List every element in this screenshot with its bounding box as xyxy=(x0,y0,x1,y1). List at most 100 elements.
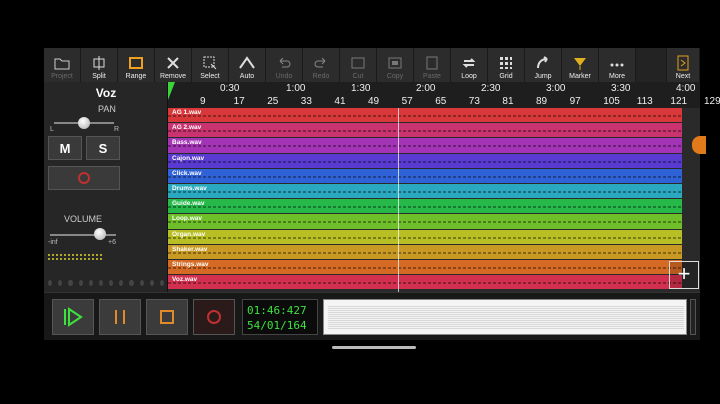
next-button[interactable]: Next xyxy=(666,48,700,82)
record-arm-button[interactable] xyxy=(48,166,120,190)
pan-label: PAN xyxy=(98,104,116,114)
loop-button[interactable]: Loop xyxy=(451,48,488,82)
toolbar-button-label: Cut xyxy=(352,73,364,80)
split-icon xyxy=(93,56,105,70)
track-lane[interactable]: AG 1.wav xyxy=(168,108,682,123)
solo-button[interactable]: S xyxy=(86,136,120,160)
waveform xyxy=(168,115,682,117)
volume-label: VOLUME xyxy=(64,214,103,224)
toolbar-button-label: Project xyxy=(51,73,73,80)
master-vu-meter xyxy=(690,299,696,335)
track-lanes[interactable]: AG 1.wav AG 2.wav Bass.wav Cajon.wav Click.w… xyxy=(168,108,682,292)
bar-beat-readout: 54/01/164 xyxy=(247,319,307,332)
ruler-bar-label: 17 xyxy=(233,96,245,107)
toolbar-button-label: More xyxy=(609,73,625,80)
toolbar-button-label: Undo xyxy=(275,73,293,80)
transport-bar: 01:46:427 54/01/164 xyxy=(44,292,700,340)
ruler-bar-label: 57 xyxy=(401,96,413,107)
toolbar-button-label: Select xyxy=(200,73,220,80)
track-lane[interactable]: AG 2.wav xyxy=(168,123,682,138)
ruler-bar-label: 105 xyxy=(603,96,620,107)
marker-button[interactable]: Marker xyxy=(562,48,599,82)
add-track-button[interactable]: + xyxy=(669,261,699,289)
track-lane[interactable]: Organ.wav xyxy=(168,229,682,244)
toolbar-button-label: Grid xyxy=(499,73,513,80)
volume-knob[interactable] xyxy=(93,228,106,240)
toolbar-button-label: Loop xyxy=(461,73,477,80)
track-lane[interactable]: Bass.wav xyxy=(168,138,682,153)
record-button[interactable] xyxy=(193,299,235,335)
record-icon xyxy=(78,172,90,184)
play-button[interactable] xyxy=(52,299,94,335)
ruler-bar-label: 49 xyxy=(368,96,380,107)
track-lane[interactable]: Click.wav xyxy=(168,168,682,183)
auto-button[interactable]: Auto xyxy=(229,48,266,82)
jump-button[interactable]: Jump xyxy=(525,48,562,82)
grid-button[interactable]: Grid xyxy=(488,48,525,82)
ruler-time-label: 1:00 xyxy=(286,83,306,94)
ruler-time-label: 3:30 xyxy=(611,83,631,94)
track-clip-name: Bass.wav xyxy=(172,139,202,147)
track-lane[interactable]: Guide.wav xyxy=(168,199,682,214)
pan-right-label: R xyxy=(114,126,120,133)
stop-button[interactable] xyxy=(146,299,188,335)
track-lane[interactable]: Cajon.wav xyxy=(168,153,682,168)
project-button[interactable]: Project xyxy=(44,48,81,82)
jump-icon xyxy=(537,56,548,69)
volume-max-label: +6 xyxy=(108,239,116,246)
home-indicator[interactable] xyxy=(332,346,416,349)
ruler-time-label: 2:30 xyxy=(481,83,501,94)
track-clip-name: Cajon.wav xyxy=(172,154,205,162)
ruler-bar-label: 97 xyxy=(569,96,581,107)
waveform xyxy=(168,175,682,178)
split-button[interactable]: Split xyxy=(81,48,118,82)
volume-slider-track[interactable] xyxy=(50,234,116,236)
pause-button[interactable] xyxy=(99,299,141,335)
grid-icon xyxy=(500,57,512,69)
more-button[interactable]: More xyxy=(599,48,636,82)
playhead-marker-icon[interactable] xyxy=(168,82,175,100)
waveform xyxy=(168,251,682,254)
track-lane[interactable]: Drums.wav xyxy=(168,184,682,199)
redo-button[interactable]: Redo xyxy=(303,48,340,82)
remove-button[interactable]: Remove xyxy=(155,48,192,82)
copy-button[interactable]: Copy xyxy=(377,48,414,82)
ruler-bar-label: 81 xyxy=(502,96,514,107)
pan-left-label: L xyxy=(50,126,54,133)
ruler-bar-label: 25 xyxy=(267,96,279,107)
remove-icon xyxy=(167,57,179,69)
time-readout: 01:46:427 xyxy=(247,304,307,317)
toolbar: Project Split Range Remove Select Auto Undo Red… xyxy=(44,48,700,82)
level-meter-right xyxy=(48,258,104,260)
marker-icon xyxy=(574,58,586,70)
track-lane[interactable]: Voz.wav xyxy=(168,275,682,290)
track-lane[interactable]: Shaker.wav xyxy=(168,244,682,259)
ruler-time-label: 1:30 xyxy=(351,83,371,94)
waveform xyxy=(168,160,682,163)
undo-button[interactable]: Undo xyxy=(266,48,303,82)
redo-icon xyxy=(314,57,326,68)
mute-button[interactable]: M xyxy=(48,136,82,160)
paste-button[interactable]: Paste xyxy=(414,48,451,82)
ruler-bar-label: 89 xyxy=(536,96,548,107)
page-indicator-dots xyxy=(48,280,165,288)
range-icon xyxy=(129,57,143,69)
track-clip-name: Loop.wav xyxy=(172,215,202,223)
waveform xyxy=(168,282,682,285)
toolbar-button-label: Jump xyxy=(534,73,552,80)
track-lane[interactable]: Strings.wav xyxy=(168,260,682,275)
scroll-handle-tab[interactable] xyxy=(692,136,706,154)
timeline-ruler[interactable]: 0:30 1:00 1:30 2:00 2:30 3:00 3:30 4:00 9 17 25 33 4… xyxy=(168,82,720,108)
loop-icon xyxy=(462,58,476,68)
track-clip-name: Voz.wav xyxy=(172,276,198,284)
waveform xyxy=(168,206,682,209)
select-button[interactable]: Select xyxy=(192,48,229,82)
ruler-time-label: 3:00 xyxy=(546,83,566,94)
level-meter-left xyxy=(48,254,104,256)
cut-button[interactable]: Cut xyxy=(340,48,377,82)
song-overview[interactable] xyxy=(323,299,687,335)
track-lane[interactable]: Loop.wav xyxy=(168,214,682,229)
range-button[interactable]: Range xyxy=(118,48,155,82)
waveform xyxy=(168,221,682,224)
pan-knob[interactable] xyxy=(78,117,90,129)
